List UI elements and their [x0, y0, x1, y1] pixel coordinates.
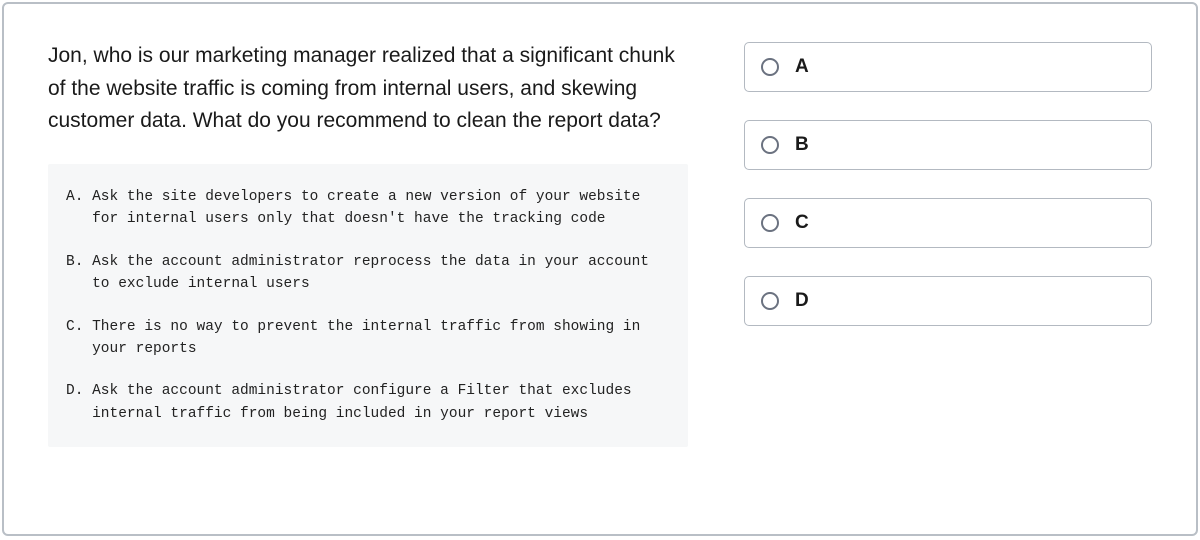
question-text: Jon, who is our marketing manager realiz… — [48, 40, 688, 138]
option-text: Ask the account administrator configure … — [92, 380, 670, 425]
choice-b[interactable]: B — [744, 120, 1152, 170]
option-b: B. Ask the account administrator reproce… — [66, 251, 670, 296]
option-letter: A. — [66, 186, 92, 231]
choice-c[interactable]: C — [744, 198, 1152, 248]
choice-label: A — [795, 56, 809, 78]
radio-icon — [761, 214, 779, 232]
left-column: Jon, who is our marketing manager realiz… — [48, 40, 688, 498]
radio-icon — [761, 58, 779, 76]
choice-label: C — [795, 212, 809, 234]
options-box: A. Ask the site developers to create a n… — [48, 164, 688, 448]
option-d: D. Ask the account administrator configu… — [66, 380, 670, 425]
quiz-frame: Jon, who is our marketing manager realiz… — [2, 2, 1198, 536]
option-a: A. Ask the site developers to create a n… — [66, 186, 670, 231]
option-text: Ask the account administrator reprocess … — [92, 251, 670, 296]
option-c: C. There is no way to prevent the intern… — [66, 316, 670, 361]
option-letter: C. — [66, 316, 92, 361]
option-text: Ask the site developers to create a new … — [92, 186, 670, 231]
choices-column: A B C D — [744, 40, 1152, 498]
option-text: There is no way to prevent the internal … — [92, 316, 670, 361]
radio-icon — [761, 136, 779, 154]
option-letter: B. — [66, 251, 92, 296]
radio-icon — [761, 292, 779, 310]
choice-a[interactable]: A — [744, 42, 1152, 92]
choice-label: B — [795, 134, 809, 156]
choice-d[interactable]: D — [744, 276, 1152, 326]
option-letter: D. — [66, 380, 92, 425]
choice-label: D — [795, 290, 809, 312]
